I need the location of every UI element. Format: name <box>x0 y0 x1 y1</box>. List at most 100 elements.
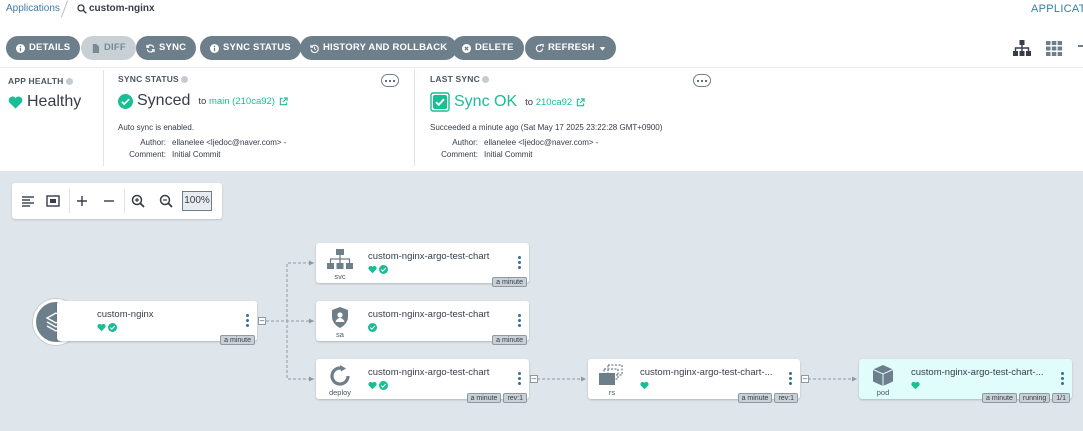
sync-status-more-button[interactable] <box>381 74 399 87</box>
help-icon[interactable] <box>65 78 73 86</box>
node-status <box>368 381 388 390</box>
sync-status-title: SYNC STATUS <box>118 74 188 84</box>
details-button[interactable]: DETAILS <box>6 36 81 60</box>
diff-button-label: DIFF <box>104 42 126 53</box>
check-circle-icon <box>379 381 388 390</box>
help-icon[interactable] <box>481 76 489 84</box>
check-circle-icon <box>379 265 388 274</box>
refresh-button[interactable]: REFRESH <box>525 36 616 60</box>
collapse-toggle[interactable]: – <box>258 317 266 325</box>
age-tag: a minute <box>492 277 527 287</box>
last-sync-value[interactable]: Sync OK to 210ca92 <box>430 92 585 112</box>
node-kind: deploy <box>328 388 352 397</box>
age-tag: a minute <box>737 393 773 403</box>
last-sync-target-link[interactable]: 210ca92 <box>536 97 572 108</box>
delete-icon <box>462 43 471 53</box>
breadcrumb-current-app[interactable]: custom-nginx <box>89 3 155 14</box>
check-circle-icon <box>108 323 117 332</box>
caret-down-icon <box>599 46 606 51</box>
history-rollback-button[interactable]: HISTORY AND ROLLBACK <box>300 36 458 60</box>
node-tags: a minute running 1/1 <box>982 393 1070 403</box>
network-view-icon[interactable] <box>1076 38 1083 58</box>
heart-icon <box>368 265 377 274</box>
node-menu-icon[interactable] <box>1061 372 1064 385</box>
expand-icon[interactable] <box>74 193 90 209</box>
grid-view-icon[interactable] <box>1044 38 1064 58</box>
info-icon <box>210 43 219 53</box>
age-tag: a minute <box>466 393 502 403</box>
pod-node[interactable]: pod custom-nginx-argo-test-chart-... a m… <box>859 359 1072 403</box>
app-node[interactable]: custom-nginx a minute <box>57 301 257 345</box>
last-sync-author-row: Author: ellanelee <ljedoc@naver.com> - <box>452 138 599 147</box>
node-menu-icon[interactable] <box>518 256 521 269</box>
tree-view-icon[interactable] <box>1012 38 1032 58</box>
node-tags: a minute rev:1 <box>466 393 527 403</box>
replicaset-icon <box>599 364 623 385</box>
pod-state-tag: running <box>1018 393 1051 403</box>
svc-node[interactable]: svc custom-nginx-argo-test-chart a minut… <box>316 243 529 287</box>
service-icon <box>327 249 353 269</box>
node-name: custom-nginx-argo-test-chart-... <box>640 367 773 378</box>
graph-toolbar: 100% <box>12 183 222 219</box>
refresh-icon <box>535 43 544 52</box>
info-icon <box>16 43 25 53</box>
action-toolbar: DETAILS DIFF SYNC SYNC STATUS HISTORY AN… <box>0 30 1083 68</box>
deploy-node[interactable]: deploy custom-nginx-argo-test-chart a mi… <box>316 359 529 403</box>
resource-tree-graph[interactable]: 100% custom-nginx a minute – svc custom-… <box>0 172 1083 431</box>
sync-status-value[interactable]: Synced to main (210ca92) <box>118 92 288 110</box>
last-sync-label: Sync OK <box>454 93 518 110</box>
zoom-in-icon[interactable] <box>130 193 146 209</box>
pod-cube-icon <box>872 365 894 386</box>
details-button-label: DETAILS <box>29 42 71 53</box>
sync-status-button[interactable]: SYNC STATUS <box>200 36 301 60</box>
ready-count-tag: 1/1 <box>1052 393 1070 403</box>
service-account-icon <box>332 307 348 328</box>
age-tag: a minute <box>220 335 255 345</box>
zoom-out-icon[interactable] <box>158 193 174 209</box>
sync-target: to main (210ca92) <box>198 95 275 107</box>
tool-separator <box>69 189 70 213</box>
age-tag: a minute <box>982 393 1017 403</box>
last-sync-title: LAST SYNC <box>430 74 489 84</box>
fit-screen-icon[interactable] <box>45 193 61 209</box>
applications-title: APPLICAT <box>1031 3 1083 15</box>
status-panel: APP HEALTH Healthy SYNC STATUS Synced to… <box>0 68 1083 172</box>
node-tags: a minute rev:1 <box>737 393 798 403</box>
node-kind: rs <box>608 388 616 397</box>
node-menu-icon[interactable] <box>246 314 249 327</box>
sync-button[interactable]: SYNC <box>136 36 197 60</box>
last-sync-more-button[interactable] <box>693 74 711 87</box>
node-status <box>368 323 377 332</box>
heart-icon <box>8 96 23 109</box>
file-icon <box>92 43 100 53</box>
sa-node[interactable]: sa custom-nginx-argo-test-chart a minute <box>316 301 529 345</box>
sync-icon <box>146 43 155 53</box>
align-left-icon[interactable] <box>20 193 36 209</box>
collapse-icon[interactable] <box>101 193 117 209</box>
node-kind: pod <box>876 388 890 397</box>
app-health-value[interactable]: Healthy <box>8 93 81 111</box>
view-switcher <box>1012 38 1083 58</box>
search-icon[interactable] <box>77 4 87 14</box>
diff-button[interactable]: DIFF <box>81 36 136 60</box>
revision-tag: rev:1 <box>774 393 798 403</box>
top-bar: Applications custom-nginx APPLICAT <box>0 0 1083 22</box>
help-icon[interactable] <box>180 76 188 84</box>
node-menu-icon[interactable] <box>789 372 792 385</box>
external-link-icon[interactable] <box>576 97 585 107</box>
node-status <box>640 381 649 390</box>
collapse-toggle[interactable]: – <box>530 375 538 383</box>
node-menu-icon[interactable] <box>518 372 521 385</box>
external-link-icon[interactable] <box>279 96 288 106</box>
app-health-label: Healthy <box>27 93 82 110</box>
delete-button[interactable]: DELETE <box>452 36 524 60</box>
rs-node[interactable]: rs custom-nginx-argo-test-chart-... a mi… <box>588 359 800 403</box>
breadcrumb-applications-link[interactable]: Applications <box>6 3 60 14</box>
node-tags: a minute <box>492 277 527 287</box>
node-menu-icon[interactable] <box>518 314 521 327</box>
revision-tag: rev:1 <box>503 393 527 403</box>
collapse-toggle[interactable]: – <box>801 375 809 383</box>
app-health-title: APP HEALTH <box>8 76 73 86</box>
sync-status-label: Synced <box>137 92 191 109</box>
sync-target-link[interactable]: main (210ca92) <box>209 96 275 107</box>
